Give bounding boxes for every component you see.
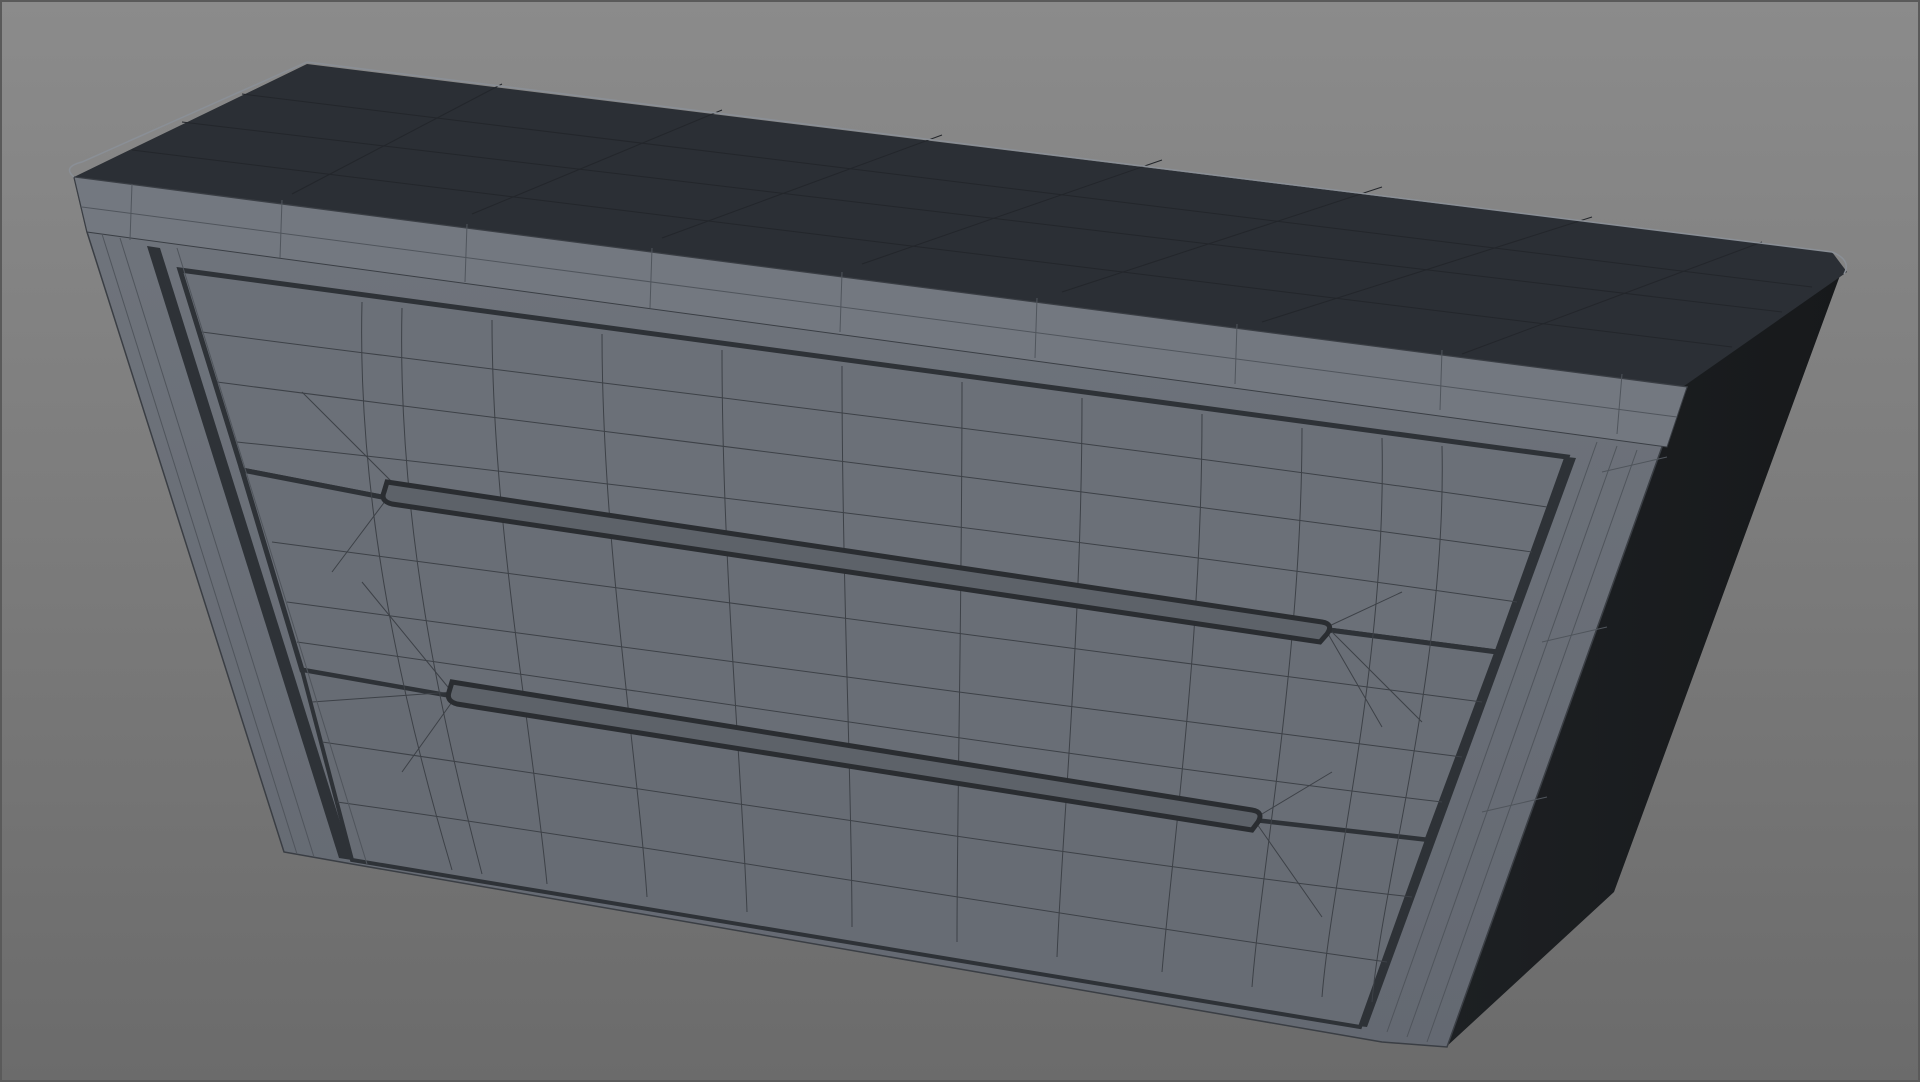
model-render: [68, 61, 1847, 1048]
3d-viewport[interactable]: [0, 0, 1920, 1082]
